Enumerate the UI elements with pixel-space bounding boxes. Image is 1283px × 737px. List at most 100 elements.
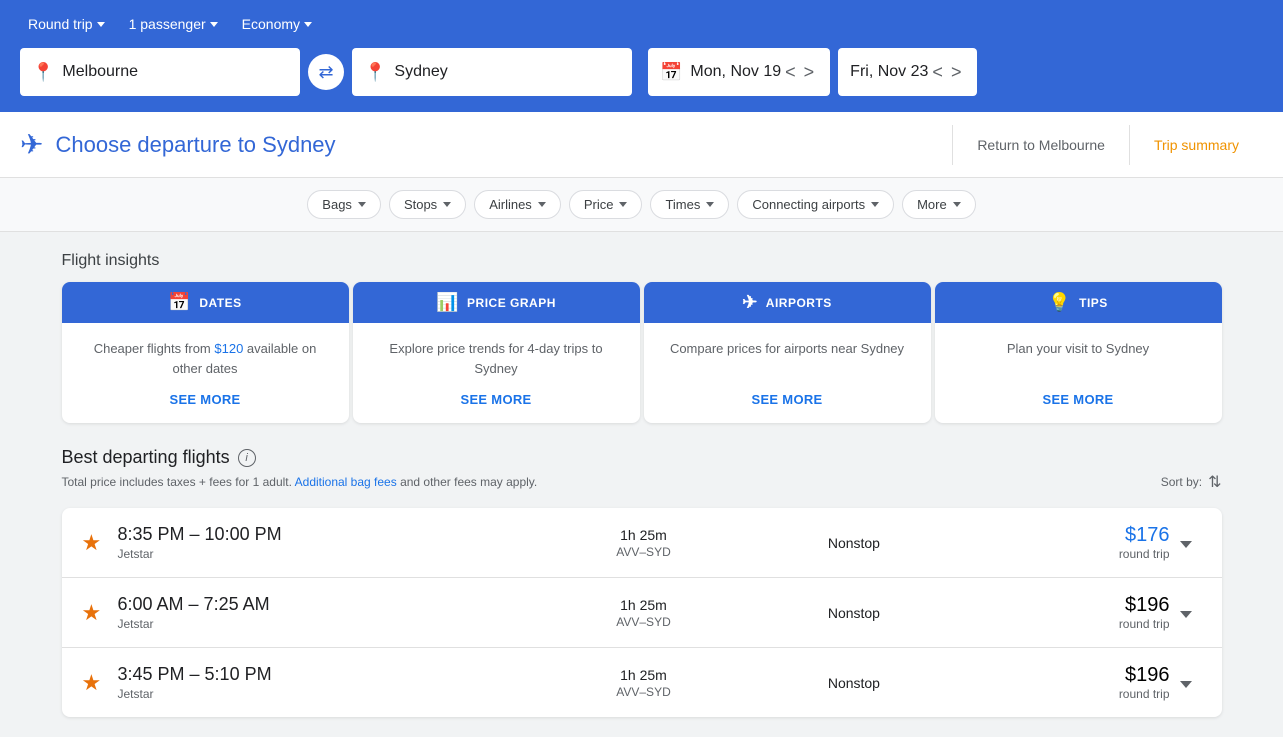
sort-by: Sort by: ⇅ — [1161, 472, 1222, 492]
times-chevron-icon — [706, 202, 714, 207]
route-text-2: AVV–SYD — [538, 615, 748, 629]
round-trip-button[interactable]: Round trip — [20, 12, 113, 36]
expand-chevron-icon-3[interactable] — [1180, 681, 1192, 688]
times-col-1: 8:35 PM – 10:00 PM Jetstar — [118, 524, 539, 561]
price-main-1: $176 — [959, 524, 1169, 547]
flight-insights-section: Flight insights 📅 DATES Cheaper flights … — [62, 252, 1222, 423]
insight-card-airports: ✈ AIRPORTS Compare prices for airports n… — [644, 282, 931, 423]
insight-body-price-graph: Explore price trends for 4-day trips to … — [353, 323, 640, 423]
price-sub-2: round trip — [959, 617, 1169, 631]
expand-col-3 — [1170, 675, 1202, 691]
star-col-3: ★ — [82, 670, 118, 696]
table-row[interactable]: ★ 8:35 PM – 10:00 PM Jetstar 1h 25m AVV–… — [62, 508, 1222, 578]
sort-icon[interactable]: ⇅ — [1208, 472, 1221, 492]
tips-bulb-icon: 💡 — [1048, 292, 1071, 313]
airports-plane-icon: ✈ — [742, 292, 758, 313]
connecting-airports-chevron-icon — [871, 202, 879, 207]
tips-see-more-button[interactable]: SEE MORE — [1042, 392, 1113, 407]
expand-chevron-icon-1[interactable] — [1180, 541, 1192, 548]
insights-cards: 📅 DATES Cheaper flights from $120 availa… — [62, 282, 1222, 423]
airports-description: Compare prices for airports near Sydney — [670, 339, 904, 359]
duration-col-1: 1h 25m AVV–SYD — [538, 527, 748, 559]
bag-fees-link[interactable]: Additional bag fees — [295, 475, 397, 489]
dates-description: Cheaper flights from $120 available on o… — [78, 339, 333, 378]
airline-name-1: Jetstar — [118, 547, 539, 561]
insights-title: Flight insights — [62, 252, 1222, 270]
flight-list: ★ 8:35 PM – 10:00 PM Jetstar 1h 25m AVV–… — [62, 508, 1222, 717]
departure-section: ✈ Choose departure to Sydney — [20, 112, 952, 177]
filter-stops[interactable]: Stops — [389, 190, 466, 219]
depart-date-box[interactable]: 📅 Mon, Nov 19 < > — [648, 48, 830, 96]
swap-button[interactable]: ⇄ — [308, 54, 344, 90]
cabin-label: Economy — [242, 16, 300, 32]
favorite-star-icon: ★ — [82, 530, 102, 555]
passengers-button[interactable]: 1 passenger — [121, 12, 226, 36]
times-col-2: 6:00 AM – 7:25 AM Jetstar — [118, 594, 539, 631]
price-sub-1: round trip — [959, 547, 1169, 561]
filter-connecting-airports[interactable]: Connecting airports — [737, 190, 894, 219]
duration-col-3: 1h 25m AVV–SYD — [538, 667, 748, 699]
breadcrumb-bar: ✈ Choose departure to Sydney Return to M… — [0, 112, 1283, 178]
cabin-button[interactable]: Economy — [234, 12, 320, 36]
duration-text-2: 1h 25m — [538, 597, 748, 613]
expand-chevron-icon-2[interactable] — [1180, 611, 1192, 618]
route-text-3: AVV–SYD — [538, 685, 748, 699]
tips-description: Plan your visit to Sydney — [1007, 339, 1149, 359]
filter-price[interactable]: Price — [569, 190, 643, 219]
duration-text-1: 1h 25m — [538, 527, 748, 543]
stops-col-1: Nonstop — [749, 535, 959, 551]
stops-text-1: Nonstop — [749, 535, 959, 551]
choose-departure-title: Choose departure to Sydney — [55, 132, 335, 158]
star-col-2: ★ — [82, 600, 118, 626]
airlines-chevron-icon — [538, 202, 546, 207]
return-prev-button[interactable]: < — [928, 62, 947, 83]
price-graph-bar-icon: 📊 — [436, 292, 459, 313]
origin-location-icon: 📍 — [32, 62, 54, 83]
route-text-1: AVV–SYD — [538, 545, 748, 559]
insight-body-tips: Plan your visit to Sydney SEE MORE — [935, 323, 1222, 423]
trip-summary-link[interactable]: Trip summary — [1130, 121, 1263, 169]
price-chevron-icon — [619, 202, 627, 207]
filter-airlines[interactable]: Airlines — [474, 190, 561, 219]
origin-box[interactable]: 📍 Melbourne — [20, 48, 300, 96]
price-main-3: $196 — [959, 664, 1169, 687]
passengers-label: 1 passenger — [129, 16, 206, 32]
info-icon[interactable]: i — [238, 449, 256, 467]
return-next-button[interactable]: > — [947, 62, 966, 83]
section-title: Best departing flights i — [62, 447, 1222, 468]
cabin-chevron-icon — [304, 22, 312, 27]
flight-times-2: 6:00 AM – 7:25 AM — [118, 594, 539, 615]
filter-times[interactable]: Times — [650, 190, 729, 219]
search-row: 📍 Melbourne ⇄ 📍 Sydney 📅 Mon, Nov 19 < >… — [20, 48, 1263, 96]
duration-col-2: 1h 25m AVV–SYD — [538, 597, 748, 629]
price-col-1: $176 round trip — [959, 524, 1169, 561]
table-row[interactable]: ★ 6:00 AM – 7:25 AM Jetstar 1h 25m AVV–S… — [62, 578, 1222, 648]
destination-box[interactable]: 📍 Sydney — [352, 48, 632, 96]
best-departing-flights-section: Best departing flights i Total price inc… — [62, 447, 1222, 717]
round-trip-chevron-icon — [97, 22, 105, 27]
stops-col-3: Nonstop — [749, 675, 959, 691]
insight-header-dates: 📅 DATES — [62, 282, 349, 323]
flight-times-1: 8:35 PM – 10:00 PM — [118, 524, 539, 545]
more-chevron-icon — [953, 202, 961, 207]
depart-prev-button[interactable]: < — [781, 62, 800, 83]
filter-more[interactable]: More — [902, 190, 976, 219]
price-graph-see-more-button[interactable]: SEE MORE — [460, 392, 531, 407]
insight-header-price-graph: 📊 PRICE GRAPH — [353, 282, 640, 323]
airports-see-more-button[interactable]: SEE MORE — [751, 392, 822, 407]
section-subtitle: Total price includes taxes + fees for 1 … — [62, 472, 1222, 492]
price-graph-description: Explore price trends for 4-day trips to … — [369, 339, 624, 378]
header: Round trip 1 passenger Economy 📍 Melbour… — [0, 0, 1283, 112]
return-to-melbourne-link[interactable]: Return to Melbourne — [953, 121, 1129, 169]
depart-date-text: Mon, Nov 19 — [690, 63, 781, 81]
return-date-box[interactable]: Fri, Nov 23 < > — [838, 48, 977, 96]
filter-bags[interactable]: Bags — [307, 190, 381, 219]
insight-card-tips: 💡 TIPS Plan your visit to Sydney SEE MOR… — [935, 282, 1222, 423]
flight-times-3: 3:45 PM – 5:10 PM — [118, 664, 539, 685]
price-main-2: $196 — [959, 594, 1169, 617]
depart-next-button[interactable]: > — [800, 62, 819, 83]
table-row[interactable]: ★ 3:45 PM – 5:10 PM Jetstar 1h 25m AVV–S… — [62, 648, 1222, 717]
dates-see-more-button[interactable]: SEE MORE — [169, 392, 240, 407]
price-col-2: $196 round trip — [959, 594, 1169, 631]
duration-text-3: 1h 25m — [538, 667, 748, 683]
